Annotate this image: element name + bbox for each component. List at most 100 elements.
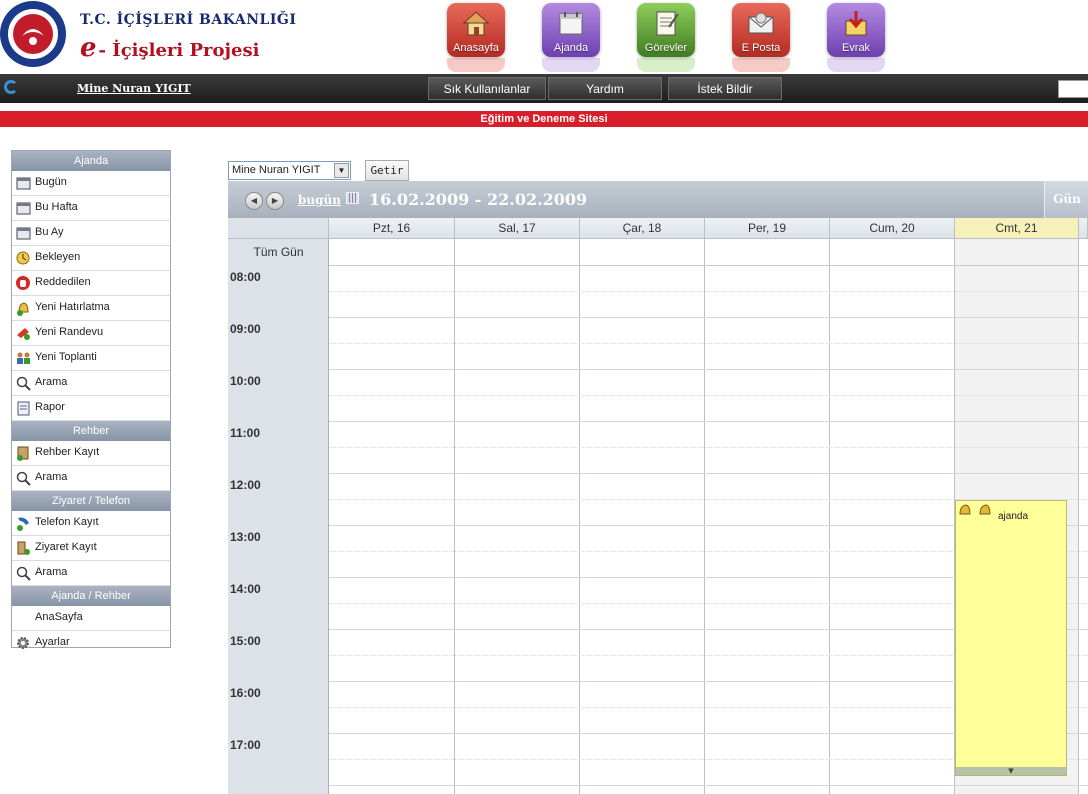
fetch-button[interactable]: Getir [365,160,409,181]
day-column-cum[interactable] [830,239,955,794]
favorites-button[interactable]: Sık Kullanılanlar [428,77,546,100]
icon-reflection [542,58,600,72]
user-name-link[interactable]: Mine Nuran YIGIT [77,82,191,95]
day-header-car[interactable]: Çar, 18 [580,218,705,239]
sidebar-item-label: Bu Ay [35,226,64,238]
icon-reflection [637,58,695,72]
help-button[interactable]: Yardım [548,77,662,100]
calendar-header: ◀ ▶ bugün 16.02.2009 - 22.02.2009 Gün [228,181,1088,218]
sidebar-section-ajanda-rehber: Ajanda / Rehber [12,586,170,606]
sidebar-item-arama[interactable]: Arama [12,371,170,396]
sidebar-item-bekleyen[interactable]: Bekleyen [12,246,170,271]
sidebar-item-rehber-kayit[interactable]: Rehber Kayıt [12,441,170,466]
sidebar-item-rapor[interactable]: Rapor [12,396,170,421]
hour-label: 08:00 [230,270,261,284]
week-grid: Pzt, 16 Sal, 17 Çar, 18 Per, 19 Cum, 20 … [228,218,1088,794]
next-week-icon[interactable]: ▶ [266,192,284,210]
appointment-icon [17,328,30,340]
stop-hand-icon [16,276,30,290]
hour-label: 16:00 [230,686,261,700]
sidebar-item-label: Ziyaret Kayıt [35,541,97,553]
ajanda-button[interactable]: Ajanda [542,3,600,57]
clock-icon [16,251,30,265]
sidebar-item-bu-ay[interactable]: Bu Ay [12,221,170,246]
gorevler-button[interactable]: Görevler [637,3,695,57]
user-select[interactable]: Mine Nuran YIGIT ▼ [228,161,351,180]
half-hour-line [329,447,1088,448]
sidebar-item-label: Bekleyen [35,251,81,263]
phone-icon [17,517,29,531]
sidebar-item-telefon-kayit[interactable]: Telefon Kayıt [12,511,170,536]
sidebar-item-reddedilen[interactable]: Reddedilen [12,271,170,296]
sidebar-item-ziyaret-kayit[interactable]: Ziyaret Kayıt [12,536,170,561]
today-link[interactable]: bugün [298,193,341,207]
sidebar-item-bugun[interactable]: Bugün [12,171,170,196]
day-header-sal[interactable]: Sal, 17 [455,218,580,239]
hour-line [329,317,1088,318]
hour-label: 10:00 [230,374,261,388]
sidebar-item-label: Yeni Toplanti [35,351,97,363]
ministry-seal-logo [0,1,66,67]
half-hour-line [329,291,1088,292]
day-header-per[interactable]: Per, 19 [705,218,830,239]
sidebar-item-anasayfa[interactable]: AnaSayfa [12,606,170,631]
bell-icon [959,504,971,515]
anasayfa-label: Anasayfa [453,42,499,54]
prev-week-icon[interactable]: ◀ [245,192,263,210]
day-calendar-icon [16,177,31,190]
icon-reflection [447,58,505,72]
sidebar-item-yeni-randevu[interactable]: Yeni Randevu [12,321,170,346]
half-hour-line [329,395,1088,396]
hour-line [329,369,1088,370]
eposta-label: E Posta [741,42,781,54]
sidebar-item-ayarlar[interactable]: Ayarlar [12,631,170,655]
sidebar-item-label: Arama [35,566,68,578]
sidebar-item-yeni-toplanti[interactable]: Yeni Toplanti [12,346,170,371]
day-view-button[interactable]: Gün [1044,181,1088,218]
anasayfa-button[interactable]: Anasayfa [447,3,505,57]
day-header-pzt[interactable]: Pzt, 16 [329,218,455,239]
sidebar-item-bu-hafta[interactable]: Bu Hafta [12,196,170,221]
calendar-event[interactable]: ajanda ▼ [955,500,1067,776]
week-calendar-icon [16,202,31,215]
sidebar-item-rehber-arama[interactable]: Arama [12,466,170,491]
day-column-sal[interactable] [455,239,580,794]
project-title: e- İçişleri Projesi [80,33,259,63]
project-name: - İçişleri Projesi [98,40,260,61]
request-button[interactable]: İstek Bildir [668,77,782,100]
day-column-per[interactable] [705,239,830,794]
day-column-pzt[interactable] [329,239,455,794]
hour-line [329,473,1088,474]
home-icon [462,11,490,36]
hour-label: 11:00 [230,426,261,440]
hour-line [329,421,1088,422]
top-nav-bar: Mine Nuran YIGIT Sık Kullanılanlar Yardı… [0,74,1088,103]
sidebar-item-label: Arama [35,471,68,483]
bell-icon [979,504,991,515]
sidebar-section-rehber: Rehber [12,421,170,441]
calendar-picker-icon[interactable] [346,192,359,204]
evrak-label: Evrak [841,42,871,54]
hour-label: 17:00 [230,738,261,752]
sidebar-item-label: Rapor [35,401,65,413]
nav-search-input[interactable] [1058,80,1088,98]
project-e-logo: e [80,33,97,63]
sidebar-section-ajanda: Ajanda [12,151,170,171]
day-header-cum[interactable]: Cum, 20 [830,218,955,239]
chevron-down-icon[interactable]: ▼ [334,163,349,178]
sidebar-item-label: Bu Hafta [35,201,78,213]
date-range-title: 16.02.2009 - 22.02.2009 [369,190,588,209]
meeting-icon [17,352,30,364]
magnifier-icon [16,566,31,581]
sidebar-item-yeni-hatirlatma[interactable]: Yeni Hatırlatma [12,296,170,321]
document-icon [845,11,867,36]
event-resize-handle[interactable]: ▼ [956,767,1066,775]
sidebar-item-ziyaret-arama[interactable]: Arama [12,561,170,586]
reminder-bell-icon [17,302,29,316]
day-column-car[interactable] [580,239,705,794]
evrak-button[interactable]: Evrak [827,3,885,57]
eposta-button[interactable]: E Posta [732,3,790,57]
sidebar-item-label: Arama [35,376,68,388]
hour-label: 15:00 [230,634,261,648]
day-header-cmt[interactable]: Cmt, 21 [955,218,1079,239]
